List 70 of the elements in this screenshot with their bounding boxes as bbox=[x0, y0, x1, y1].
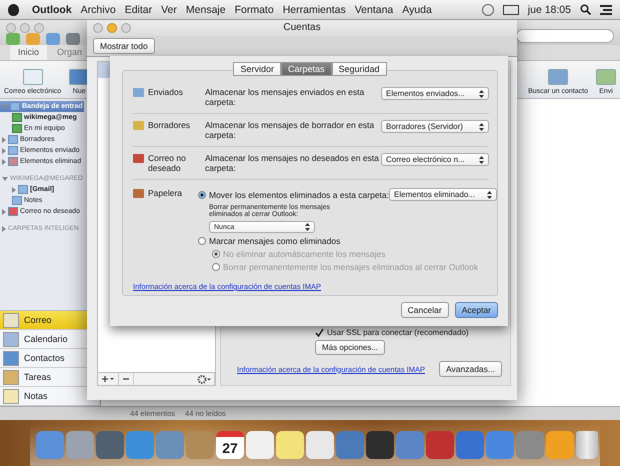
trash-can-icon[interactable] bbox=[576, 431, 598, 459]
folder-description: Almacenar los mensajes enviados en esta carpeta: bbox=[205, 87, 366, 107]
ribbon-tab[interactable]: Inicio bbox=[10, 45, 48, 60]
updown-arrows-icon bbox=[487, 190, 492, 198]
radio-label: Marcar mensajes como eliminados bbox=[209, 236, 340, 246]
menu-item[interactable]: Editar bbox=[124, 2, 152, 16]
battery-icon[interactable] bbox=[502, 4, 519, 14]
folder-popup[interactable]: Borradores (Servidor) bbox=[381, 120, 489, 133]
tab[interactable]: Carpetas bbox=[280, 62, 332, 76]
app-icon[interactable] bbox=[546, 431, 574, 459]
account-item[interactable] bbox=[98, 62, 110, 78]
app-icon[interactable] bbox=[486, 431, 514, 459]
menu-item[interactable]: Ayuda bbox=[402, 2, 432, 16]
radio-button[interactable] bbox=[198, 237, 206, 245]
app-icon[interactable] bbox=[186, 431, 214, 459]
radio-label: No eliminar automáticamente los mensajes bbox=[223, 249, 386, 259]
checkbox-label: Usar SSL para conectar (recomendado) bbox=[327, 328, 469, 337]
show-all-button[interactable]: Mostrar todo bbox=[93, 38, 155, 54]
dialog-button[interactable]: Aceptar bbox=[454, 302, 498, 318]
calendar-icon[interactable]: 27 bbox=[216, 431, 244, 459]
radio-button[interactable] bbox=[198, 190, 206, 198]
folder-label: Borradores bbox=[148, 120, 192, 130]
checkbox[interactable] bbox=[315, 328, 324, 337]
folder-label: Enviados bbox=[148, 87, 184, 97]
more-options-button[interactable]: Más opciones... bbox=[315, 340, 386, 355]
folder-popup[interactable]: Elementos enviados... bbox=[381, 87, 489, 100]
tab[interactable]: Seguridad bbox=[332, 62, 387, 76]
menu-item[interactable]: Outlook bbox=[32, 2, 72, 16]
updown-arrows-icon bbox=[479, 90, 484, 98]
menu-item[interactable]: Ver bbox=[161, 2, 177, 16]
plus-icon[interactable] bbox=[101, 375, 115, 383]
gear-icon[interactable] bbox=[197, 374, 211, 384]
folder-description: Almacenar los mensajes no deseados en esta carpeta: bbox=[205, 153, 380, 173]
advanced-button[interactable]: Avanzadas... bbox=[439, 361, 502, 377]
app-icon[interactable] bbox=[156, 431, 184, 459]
updown-arrows-icon bbox=[479, 122, 484, 130]
dialog-button[interactable]: Cancelar bbox=[400, 302, 449, 318]
app-icon[interactable] bbox=[96, 431, 124, 459]
app-icon[interactable] bbox=[36, 431, 64, 459]
app-icon[interactable] bbox=[426, 431, 454, 459]
folder-label: Papelera bbox=[148, 188, 184, 198]
folder-description: Almacenar los mensajes de borrador en esta carpeta: bbox=[205, 120, 376, 140]
app-icon[interactable] bbox=[336, 431, 364, 459]
app-icon[interactable] bbox=[306, 431, 334, 459]
app-icon[interactable] bbox=[66, 431, 94, 459]
tab[interactable]: Servidor bbox=[233, 62, 281, 76]
app-icon[interactable] bbox=[366, 431, 394, 459]
search-field[interactable] bbox=[516, 28, 614, 42]
list-icon[interactable] bbox=[600, 4, 612, 14]
updown-arrows-icon bbox=[305, 223, 310, 231]
updown-arrows-icon bbox=[479, 156, 484, 164]
folder-label: Correo no deseado bbox=[148, 153, 187, 173]
menu-item[interactable]: Mensaje bbox=[186, 2, 226, 16]
app-icon[interactable] bbox=[396, 431, 424, 459]
menu-clock[interactable]: jue 18:05 bbox=[528, 2, 571, 16]
menu-item[interactable]: Formato bbox=[234, 2, 274, 16]
radio-label: Borrar permanentemente los mensajes eliminados al cerrar Outlook bbox=[223, 262, 478, 272]
app-icon[interactable] bbox=[246, 431, 274, 459]
menu-item[interactable]: Ventana bbox=[354, 2, 394, 16]
menu-item[interactable]: Archivo bbox=[80, 2, 116, 16]
nav-item[interactable]: Notas bbox=[0, 387, 100, 406]
menu-item[interactable]: Herramientas bbox=[282, 2, 346, 16]
window-title: Cuentas bbox=[283, 22, 321, 33]
search-icon[interactable] bbox=[580, 4, 591, 15]
app-icon[interactable] bbox=[516, 431, 544, 459]
folder-popup[interactable]: Correo electrónico n... bbox=[381, 153, 489, 166]
radio-label: Mover los elementos eliminados a esta carpeta: bbox=[209, 190, 390, 200]
app-icon[interactable] bbox=[456, 431, 484, 459]
app-icon[interactable] bbox=[276, 431, 304, 459]
folder-popup[interactable]: Elementos eliminado... bbox=[389, 188, 498, 201]
